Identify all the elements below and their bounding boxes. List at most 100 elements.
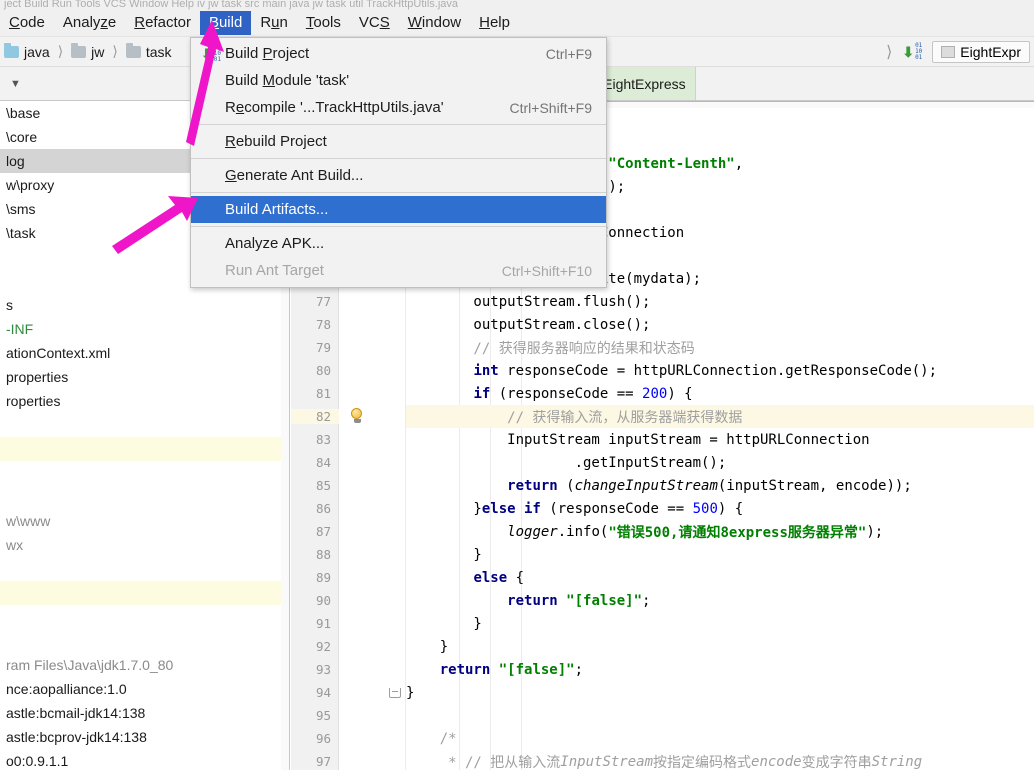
tree-item-web-inf[interactable]: -INF [0,317,289,341]
menu-tools[interactable]: Tools [297,11,350,35]
menu-item-label: Rebuild Project [225,133,327,150]
fold-cell [384,405,406,428]
breadcrumb-item-java[interactable]: java [24,44,50,60]
gutter-cell [339,428,384,451]
gutter-cell [339,543,384,566]
gutter-cell [339,704,384,727]
fold-cell [384,750,406,770]
tree-item[interactable]: properties [0,365,289,389]
line-number: 81 [315,386,331,401]
window-top-cutoff: ject Build Run Tools VCS Window Help iv … [0,0,1034,10]
fold-cell [384,727,406,750]
tree-item-aopalliance[interactable]: nce:aopalliance:1.0 [0,677,289,701]
menu-code[interactable]: Code [0,11,54,35]
code-line: 77 outputStream.flush(); [291,290,1034,313]
fold-cell [384,543,406,566]
code-line: 89 else { [291,566,1034,589]
menu-item-build-project[interactable]: ⬇ 01 10 01 Build Project Ctrl+F9 [191,40,606,67]
code-text: } [406,546,482,563]
fold-cell [384,566,406,589]
menu-item-rebuild-project[interactable]: Rebuild Project [191,128,606,155]
module-selector[interactable]: EightExpr [932,40,1030,63]
code-fold-icon[interactable] [389,688,401,698]
intention-bulb-icon[interactable] [351,408,364,424]
menu-analyze[interactable]: Analyze [54,11,125,35]
line-number: 83 [315,432,331,447]
main-menu-bar: Code Analyze Refactor Build Run Tools VC… [0,10,1034,37]
tree-item-bcprov[interactable]: astle:bcprov-jdk14:138 [0,725,289,749]
menu-item-generate-ant-build[interactable]: Generate Ant Build... [191,162,606,189]
menu-item-label: Analyze APK... [225,235,325,252]
fold-cell [384,635,406,658]
code-text: * // 把从输入流 InputStream 按指定编码格式 encode 变成字符串 S… [406,753,923,770]
line-number: 82 [291,409,339,424]
chevron-down-icon[interactable]: ▼ [10,78,21,90]
menu-build[interactable]: Build [199,11,252,35]
line-number: 85 [315,478,331,493]
menu-item-analyze-apk[interactable]: Analyze APK... [191,230,606,257]
tree-item[interactable]: o0:0.9.1.1 [0,749,289,770]
ide-window: ject Build Run Tools VCS Window Help iv … [0,0,1034,770]
line-number: 78 [315,317,331,332]
tree-item-applicationcontext[interactable]: ationContext.xml [0,341,289,365]
breadcrumb-item-jw[interactable]: jw [91,44,104,60]
menu-item-recompile[interactable]: Recompile '...TrackHttpUtils.java' Ctrl+… [191,94,606,121]
tree-item-jdk[interactable]: ram Files\Java\jdk1.7.0_80 [0,653,289,677]
tree-item-highlighted[interactable] [0,437,289,461]
code-line: 91 } [291,612,1034,635]
code-text: return "[false]"; [507,592,651,609]
module-icon [941,45,956,58]
tree-item-bcmail[interactable]: astle:bcmail-jdk14:138 [0,701,289,725]
code-text: } [406,638,449,655]
code-line: 87 logger .info("错误500,请通知8express服务器异常")… [291,520,1034,543]
menu-separator [191,158,606,159]
tree-item-highlighted[interactable] [0,581,289,605]
tree-item[interactable]: s [0,293,289,317]
breadcrumb-separator-icon: ⟩ [57,43,64,59]
fold-cell [384,290,406,313]
build-menu-dropdown[interactable]: ⬇ 01 10 01 Build Project Ctrl+F9 Build Modu… [190,37,607,288]
fold-cell [384,589,406,612]
code-line: 86 } else if (responseCode == 500) { [291,497,1034,520]
breadcrumb-separator-icon: ⟩ [112,43,118,59]
fold-cell [384,520,406,543]
menu-separator [191,226,606,227]
fold-cell [384,313,406,336]
gutter-cell [339,474,384,497]
code-text: outputStream.close(); [406,316,651,333]
tree-item[interactable]: w\www [0,509,289,533]
breadcrumb-item-task[interactable]: task [146,44,172,60]
menu-refactor[interactable]: Refactor [125,11,200,35]
menu-item-shortcut: Ctrl+Shift+F10 [501,262,592,279]
tree-item[interactable]: roperties [0,389,289,413]
fold-cell [384,704,406,727]
code-text: outputStream.flush(); [406,293,651,310]
breadcrumb-overflow-icon[interactable]: ⟩ [886,42,892,62]
breadcrumb: java ⟩ jw ⟩ task [4,42,172,60]
code-text: // 获得服务器响应的结果和状态码 [406,340,695,357]
menu-run[interactable]: Run [251,11,297,35]
line-number: 96 [315,731,331,746]
menu-help[interactable]: Help [470,11,519,35]
line-number: 95 [315,708,331,723]
menu-window[interactable]: Window [399,11,470,35]
code-text: if (responseCode == 200) { [473,385,693,402]
menu-item-build-module[interactable]: Build Module 'task' [191,67,606,94]
gutter-cell [339,382,384,405]
code-line: 88 } [291,543,1034,566]
line-number: 93 [315,662,331,677]
build-icon[interactable]: ⬇ 01 10 01 [902,42,922,61]
menu-item-label: Generate Ant Build... [225,167,364,184]
menu-vcs[interactable]: VCS [350,11,399,35]
tree-item[interactable]: wx [0,533,289,557]
menu-item-label: Run Ant Target [225,262,324,279]
code-line: 95 [291,704,1034,727]
code-line: 96 /* [291,727,1034,750]
code-text: /* [406,730,457,747]
menu-item-build-artifacts[interactable]: Build Artifacts... [191,196,606,223]
code-text: } [406,684,415,701]
